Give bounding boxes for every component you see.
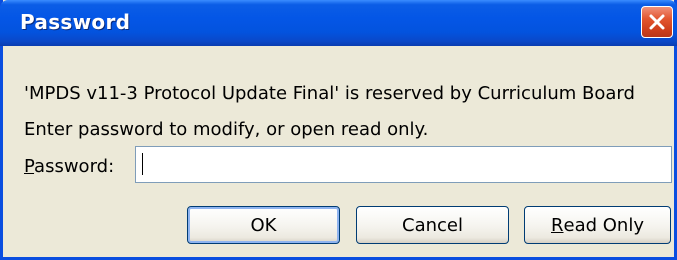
password-input[interactable] — [135, 146, 672, 183]
close-button[interactable] — [641, 6, 673, 38]
read-only-label: ead Only — [563, 214, 644, 236]
ok-button[interactable]: OK — [187, 206, 340, 244]
read-only-mnemonic: R — [551, 214, 564, 236]
password-label: Password: — [24, 156, 114, 177]
cancel-button[interactable]: Cancel — [356, 206, 509, 244]
reserved-message: 'MPDS v11-3 Protocol Update Final' is re… — [24, 83, 635, 104]
instruction-message: Enter password to modify, or open read o… — [24, 119, 429, 140]
password-dialog: Password 'MPDS v11-3 Protocol Update Fin… — [0, 0, 677, 260]
dialog-title: Password — [20, 10, 131, 34]
text-caret — [142, 153, 143, 175]
title-bar[interactable]: Password — [0, 0, 677, 46]
password-label-mnemonic: P — [24, 156, 35, 177]
close-icon — [649, 14, 665, 30]
read-only-button[interactable]: Read Only — [524, 206, 671, 244]
password-label-text: assword: — [34, 156, 115, 177]
